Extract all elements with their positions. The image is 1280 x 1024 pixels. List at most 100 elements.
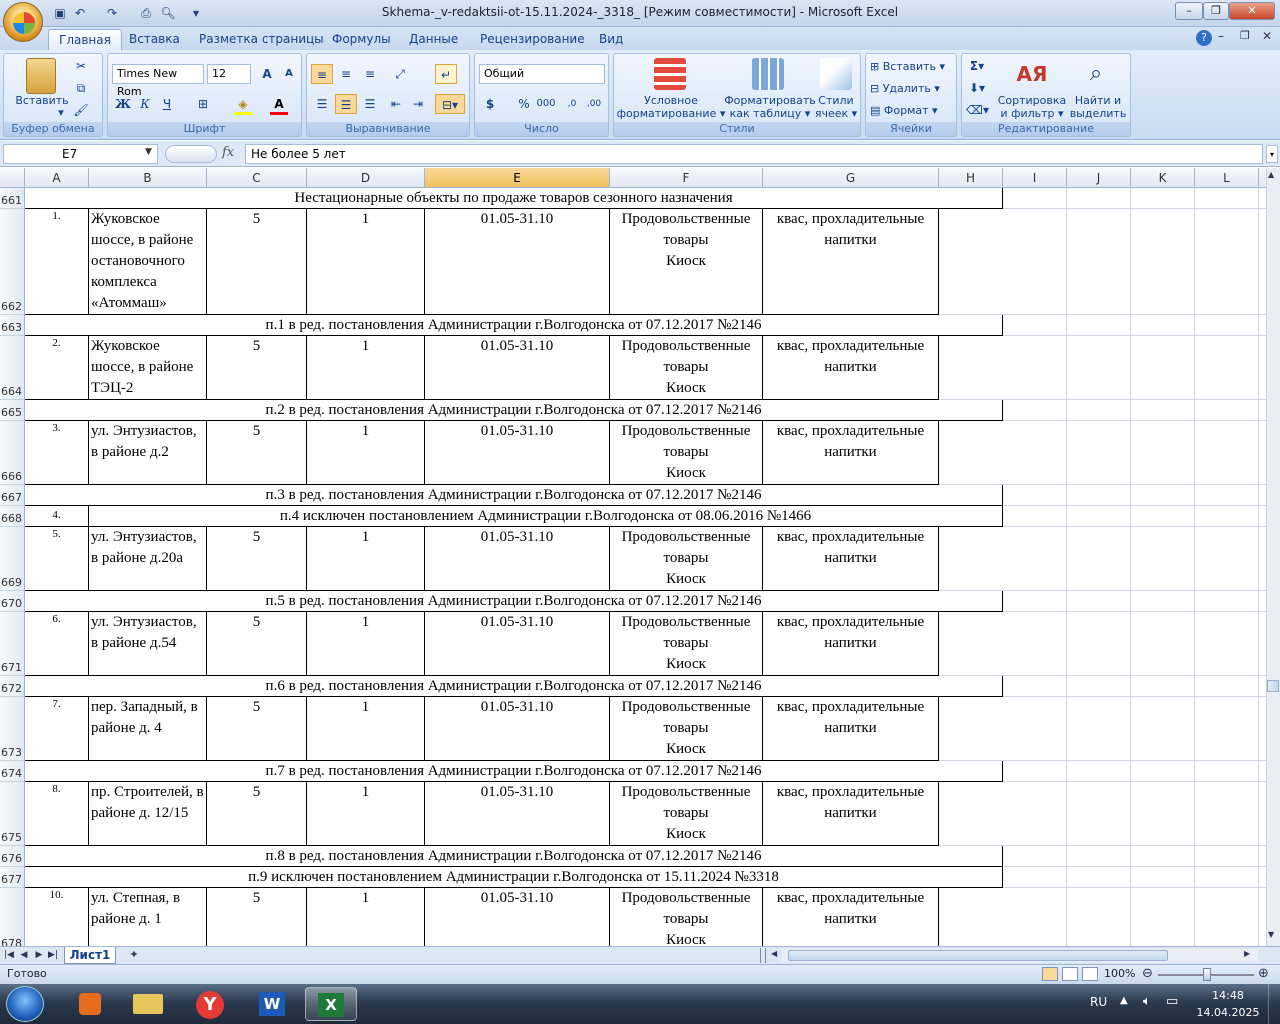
format-table-button[interactable]: Форматировать как таблицу ▾: [722, 94, 818, 120]
restore-button[interactable]: ❐: [1203, 2, 1229, 20]
count-cell[interactable]: 1: [307, 612, 425, 676]
bold-button[interactable]: Ж: [112, 94, 134, 114]
season-dates-cell[interactable]: 01.05-31.10: [425, 527, 610, 591]
formula-input[interactable]: Не более 5 лет: [245, 144, 1263, 164]
item-number-cell[interactable]: 4.: [25, 506, 89, 527]
goods-cell[interactable]: квас, прохладительные напитки: [763, 527, 939, 591]
ribbon-restore-icon[interactable]: ❐: [1240, 29, 1250, 42]
tab-home[interactable]: Главная: [48, 29, 122, 50]
zoom-out-icon[interactable]: ⊖: [1142, 966, 1153, 981]
row-header[interactable]: 674: [0, 761, 25, 782]
specialization-cell[interactable]: Продовольственные товары Киоск: [610, 697, 763, 761]
ribbon-minimize-icon[interactable]: –: [1218, 29, 1224, 43]
scroll-up-icon[interactable]: ▲: [1268, 170, 1274, 179]
font-size-combo[interactable]: 12: [207, 64, 251, 84]
item-number-cell[interactable]: 10.: [25, 888, 89, 946]
align-bottom-icon[interactable]: ≡: [359, 64, 381, 84]
explorer-icon[interactable]: [122, 987, 174, 1021]
row-header[interactable]: 676: [0, 846, 25, 867]
italic-button[interactable]: К: [134, 94, 156, 114]
address-cell[interactable]: ул. Энтузиастов, в районе д.2: [89, 421, 207, 485]
specialization-cell[interactable]: Продовольственные товары Киоск: [610, 782, 763, 846]
tray-arrow-icon[interactable]: ▲: [1120, 995, 1128, 1006]
column-header-i[interactable]: I: [1003, 168, 1067, 188]
decrease-decimal-icon[interactable]: ,00: [583, 94, 605, 114]
row-header[interactable]: 669: [0, 527, 25, 591]
period-years-cell[interactable]: 5: [207, 209, 307, 315]
row-header[interactable]: 677: [0, 867, 25, 888]
row-header[interactable]: 673: [0, 697, 25, 761]
shrink-font-icon[interactable]: A: [278, 64, 300, 84]
scroll-right-icon[interactable]: ▶: [1244, 949, 1250, 958]
help-icon[interactable]: ?: [1196, 30, 1212, 46]
address-cell[interactable]: пер. Западный, в районе д. 4: [89, 697, 207, 761]
address-cell[interactable]: Жуковское шоссе, в районе ТЭЦ-2: [89, 336, 207, 400]
season-dates-cell[interactable]: 01.05-31.10: [425, 336, 610, 400]
qat-menu-icon[interactable]: ▾: [188, 5, 204, 21]
language-indicator[interactable]: RU: [1090, 995, 1107, 1009]
amendment-note-cell[interactable]: п.7 в ред. постановления Администрации г…: [25, 761, 1003, 782]
period-years-cell[interactable]: 5: [207, 612, 307, 676]
worksheet-grid[interactable]: ABCDEFGHIJKLM 661Нестационарные объекты …: [0, 168, 1266, 946]
row-header[interactable]: 670: [0, 591, 25, 612]
period-years-cell[interactable]: 5: [207, 336, 307, 400]
font-color-icon[interactable]: A: [268, 94, 290, 114]
percent-icon[interactable]: %: [513, 94, 535, 114]
show-desktop-button[interactable]: [1268, 984, 1280, 1024]
underline-button[interactable]: Ч: [156, 94, 178, 114]
media-player-icon[interactable]: [64, 987, 116, 1021]
office-button[interactable]: [3, 2, 43, 42]
amendment-note-cell[interactable]: п.6 в ред. постановления Администрации г…: [25, 676, 1003, 697]
vertical-scrollbar[interactable]: ▲ ▼: [1266, 168, 1280, 946]
start-button[interactable]: [6, 986, 44, 1022]
currency-icon[interactable]: $: [479, 94, 501, 114]
column-header-k[interactable]: K: [1131, 168, 1195, 188]
specialization-cell[interactable]: Продовольственные товары Киоск: [610, 336, 763, 400]
find-select-icon[interactable]: ⌕: [1080, 58, 1112, 90]
tab-insert[interactable]: Вставка: [119, 29, 190, 50]
conditional-format-icon[interactable]: [654, 58, 686, 90]
address-cell[interactable]: ул. Степная, в районе д. 1: [89, 888, 207, 946]
conditional-format-button[interactable]: Условное форматирование ▾: [616, 94, 726, 120]
row-header[interactable]: 664: [0, 336, 25, 400]
specialization-cell[interactable]: Продовольственные товары Киоск: [610, 209, 763, 315]
address-cell[interactable]: пр. Строителей, в районе д. 12/15: [89, 782, 207, 846]
row-header[interactable]: 663: [0, 315, 25, 336]
period-years-cell[interactable]: 5: [207, 527, 307, 591]
name-box-dropdown-icon[interactable]: ▼: [145, 147, 152, 157]
season-dates-cell[interactable]: 01.05-31.10: [425, 612, 610, 676]
goods-cell[interactable]: квас, прохладительные напитки: [763, 336, 939, 400]
zoom-level[interactable]: 100%: [1104, 967, 1135, 980]
borders-icon[interactable]: ⊞: [192, 94, 214, 114]
row-header[interactable]: 671: [0, 612, 25, 676]
period-years-cell[interactable]: 5: [207, 421, 307, 485]
season-dates-cell[interactable]: 01.05-31.10: [425, 209, 610, 315]
decrease-indent-icon[interactable]: ⇤: [385, 94, 407, 114]
tab-data[interactable]: Данные: [399, 29, 468, 50]
specialization-cell[interactable]: Продовольственные товары Киоск: [610, 888, 763, 946]
item-number-cell[interactable]: 8.: [25, 782, 89, 846]
wrap-text-icon[interactable]: ↵: [435, 64, 457, 84]
select-all-corner[interactable]: [0, 168, 25, 188]
number-format-combo[interactable]: Общий: [479, 64, 605, 84]
row-header[interactable]: 668: [0, 506, 25, 527]
horizontal-scroll-thumb[interactable]: [788, 950, 1168, 961]
cell-styles-icon[interactable]: [820, 58, 852, 90]
align-left-icon[interactable]: ☰: [311, 94, 333, 114]
clock-date[interactable]: 14.04.2025: [1194, 1006, 1262, 1019]
tab-review[interactable]: Рецензирование: [470, 29, 595, 50]
first-sheet-icon[interactable]: |◀: [2, 948, 16, 963]
address-cell[interactable]: Жуковское шоссе, в районе остановочного …: [89, 209, 207, 315]
font-name-combo[interactable]: Times New Rom: [112, 64, 204, 98]
amendment-note-cell[interactable]: п.2 в ред. постановления Администрации г…: [25, 400, 1003, 421]
scroll-down-icon[interactable]: ▼: [1268, 930, 1274, 939]
tab-formulas[interactable]: Формулы: [322, 29, 401, 50]
insert-function-icon[interactable]: fx: [222, 145, 242, 163]
column-header-d[interactable]: D: [307, 168, 425, 188]
row-header[interactable]: 666: [0, 421, 25, 485]
amendment-note-cell[interactable]: п.8 в ред. постановления Администрации г…: [25, 846, 1003, 867]
row-header[interactable]: 661: [0, 188, 25, 209]
clear-icon[interactable]: ⌫▾: [966, 100, 989, 120]
paste-icon[interactable]: [26, 58, 56, 94]
sheet-tab[interactable]: Лист1: [64, 947, 116, 964]
